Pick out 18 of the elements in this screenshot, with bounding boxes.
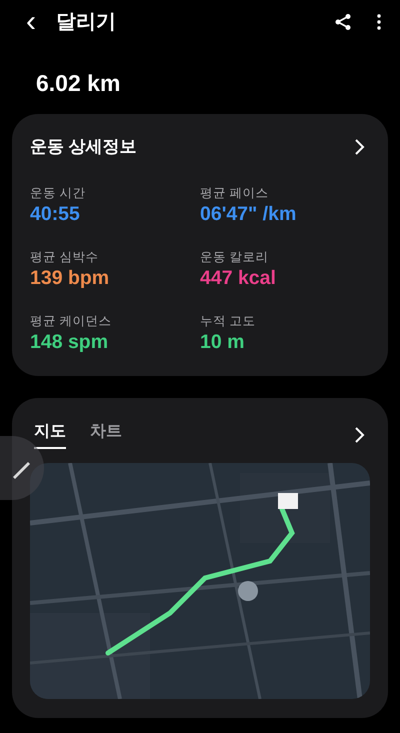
distance-value: 6.02 km bbox=[36, 70, 120, 96]
stat-value: 06'47" /km bbox=[200, 202, 298, 226]
stat-value: 40:55 bbox=[30, 202, 81, 226]
card-title: 운동 상세정보 bbox=[30, 136, 137, 158]
back-button[interactable]: ‹ bbox=[22, 3, 40, 41]
stat-label: 평균 심박수 bbox=[30, 249, 100, 266]
stat-label: 평균 페이스 bbox=[200, 185, 270, 202]
stat-value: 10 m bbox=[200, 331, 246, 354]
stat-label: 운동 칼로리 bbox=[200, 249, 270, 266]
screen-title: 달리기 bbox=[56, 10, 116, 35]
tab[interactable]: 지도 bbox=[34, 420, 66, 450]
tab[interactable]: 차트 bbox=[90, 420, 122, 450]
stat-value: 139 bpm bbox=[30, 266, 110, 290]
stat-value: 148 spm bbox=[30, 331, 110, 354]
stat-label: 누적 고도 bbox=[200, 313, 256, 330]
stat-label: 평균 케이던스 bbox=[30, 313, 112, 330]
stat-label: 운동 시간 bbox=[30, 185, 86, 202]
stat-value: 447 kcal bbox=[200, 266, 277, 290]
